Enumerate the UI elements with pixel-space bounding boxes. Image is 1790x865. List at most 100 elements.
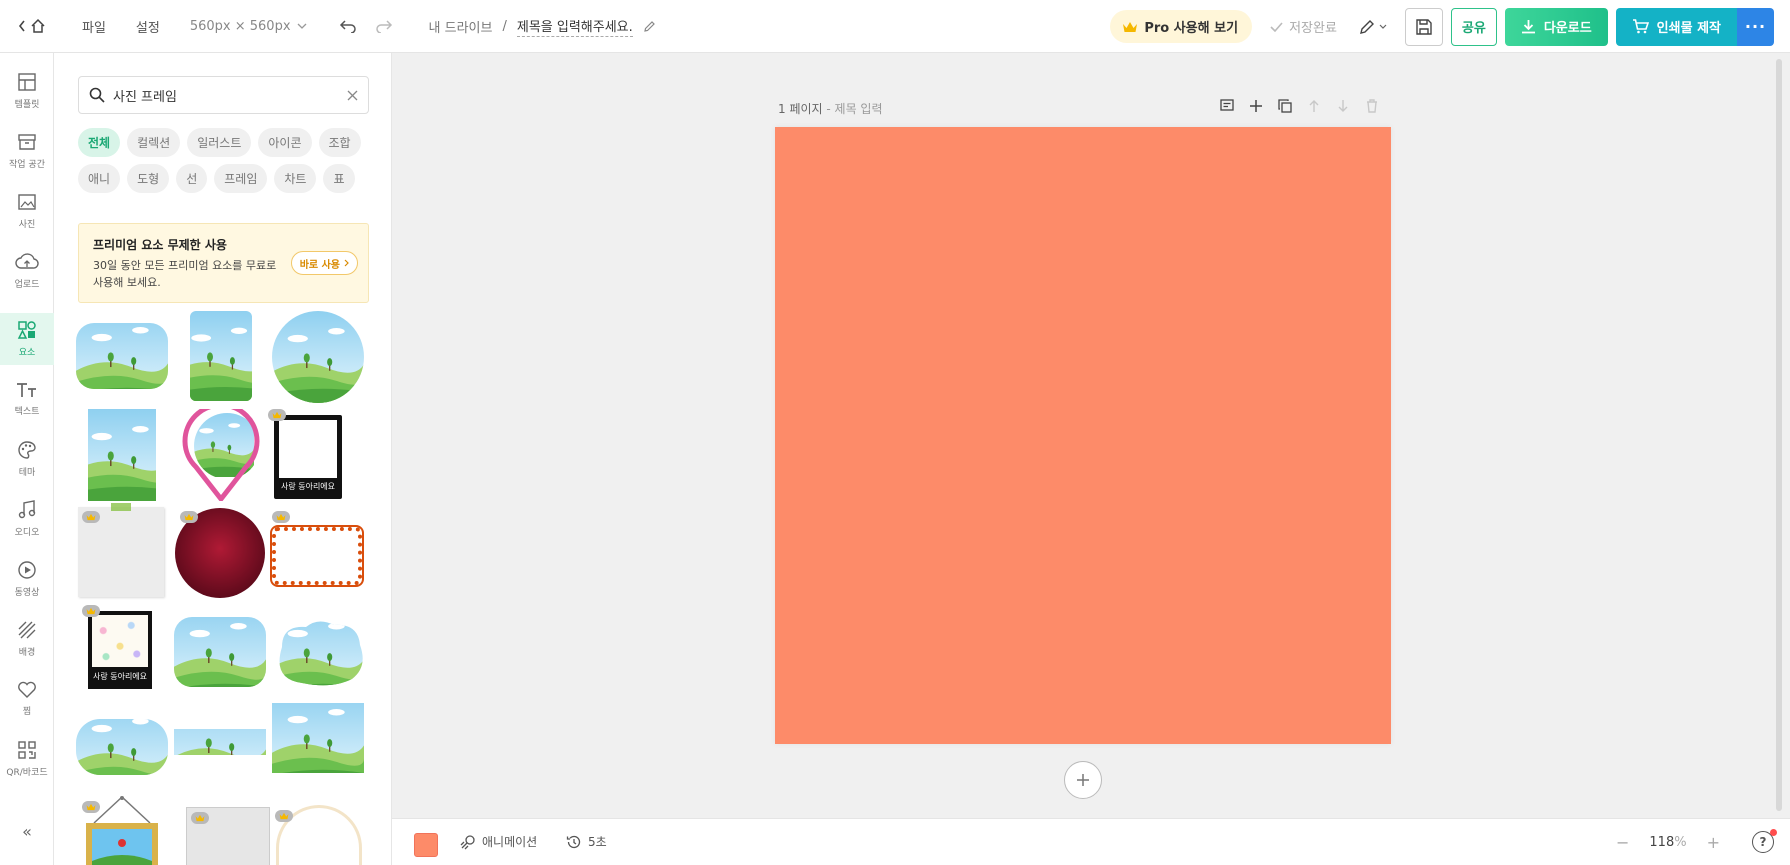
page-title-input[interactable]: - 제목 입력 [823, 102, 882, 116]
document-title[interactable]: 제목을 입력해주세요. [516, 16, 633, 37]
audio-icon [18, 500, 36, 519]
frame-thumb-taped-paper[interactable] [78, 503, 164, 597]
chip-illustration[interactable]: 일러스트 [187, 128, 252, 157]
chevron-down-icon [1379, 24, 1387, 29]
clear-search-icon[interactable] [347, 90, 358, 101]
chip-icon[interactable]: 아이콘 [258, 128, 312, 157]
chip-collection[interactable]: 컬렉션 [127, 128, 181, 157]
premium-crown-icon [82, 511, 100, 523]
frame-thumb-wide-rect[interactable] [272, 703, 364, 773]
frame-thumb-polaroid-black[interactable]: 사랑 동아리에요 [268, 409, 342, 499]
premium-crown-icon [275, 810, 293, 822]
chevron-down-icon [297, 23, 306, 29]
chip-animation[interactable]: 애니 [78, 164, 121, 193]
rail-item-theme[interactable]: 테마 [0, 433, 54, 485]
vertical-scrollbar[interactable] [1776, 59, 1782, 811]
collapse-panel-button[interactable]: « [0, 822, 54, 841]
elements-icon [17, 321, 36, 339]
frame-thumb-portrait[interactable] [190, 311, 252, 401]
rail-item-video[interactable]: 동영상 [0, 553, 54, 605]
frame-thumb-map-pin[interactable] [182, 409, 260, 501]
zoom-out-button[interactable]: − [1616, 833, 1629, 852]
frame-thumb-rounded-landscape[interactable] [76, 323, 168, 389]
redo-icon[interactable] [375, 19, 393, 33]
rail-item-text[interactable]: 텍스트 [0, 373, 54, 425]
frame-thumb-polaroid-dots[interactable]: 사랑 동아리에요 [82, 605, 152, 689]
frame-thumb-gray-photo[interactable] [186, 807, 270, 865]
background-color-swatch[interactable] [414, 833, 438, 857]
chip-frame[interactable]: 프레임 [214, 164, 268, 193]
frame-thumb-cloud-shape[interactable] [272, 617, 364, 687]
promo-use-now-button[interactable]: 바로 사용 [290, 251, 358, 275]
chip-line[interactable]: 선 [176, 164, 208, 193]
upload-icon [15, 253, 39, 269]
print-order-label: 인쇄물 제작 [1656, 21, 1721, 36]
frame-thumb-orange-bulb-border[interactable] [272, 527, 362, 585]
menu-settings[interactable]: 설정 [136, 17, 160, 36]
cart-icon [1632, 19, 1649, 34]
share-button[interactable]: 공유 [1450, 7, 1497, 46]
page-duration-label: 5초 [588, 835, 607, 849]
edit-mode-button[interactable] [1359, 19, 1387, 35]
animation-button[interactable]: 애니메이션 [460, 833, 537, 850]
chip-chart[interactable]: 차트 [274, 164, 317, 193]
check-icon [1270, 21, 1283, 32]
page-duration-button[interactable]: 5초 [566, 833, 607, 850]
add-page-icon[interactable] [1248, 98, 1264, 114]
chevron-left-icon [18, 20, 25, 32]
rail-item-workspace[interactable]: 작업 공간 [0, 125, 54, 177]
canvas-size-select[interactable]: 560px × 560px [190, 19, 307, 34]
rail-label: 작업 공간 [9, 160, 45, 170]
breadcrumb-root[interactable]: 내 드라이브 [429, 17, 493, 36]
frame-thumb-hanging-frame[interactable] [82, 795, 162, 865]
premium-crown-icon [272, 511, 290, 523]
pro-trial-button[interactable]: Pro 사용해 보기 [1110, 10, 1253, 43]
rail-item-favorites[interactable]: 찜 [0, 673, 54, 725]
rail-item-audio[interactable]: 오디오 [0, 493, 54, 545]
more-options-button[interactable]: ··· [1737, 7, 1774, 46]
page-memo-icon[interactable] [1219, 98, 1235, 114]
design-page-canvas[interactable] [775, 127, 1391, 744]
rail-item-background[interactable]: 배경 [0, 613, 54, 665]
rail-label: QR/바코드 [6, 768, 48, 778]
frame-thumb-tall-rect[interactable] [88, 409, 156, 501]
delete-page-icon[interactable] [1364, 98, 1380, 114]
rail-item-elements[interactable]: 요소 [0, 313, 54, 365]
rail-item-upload[interactable]: 업로드 [0, 245, 54, 297]
chip-all[interactable]: 전체 [78, 128, 121, 157]
save-button[interactable] [1404, 7, 1443, 46]
floppy-disk-icon [1416, 18, 1432, 35]
rail-item-template[interactable]: 템플릿 [0, 65, 54, 117]
frame-thumb-arch[interactable] [275, 805, 362, 865]
chip-table[interactable]: 표 [323, 164, 355, 193]
download-button[interactable]: 다운로드 [1504, 7, 1608, 46]
bottom-bar: 애니메이션 5초 − 118% + ? [392, 818, 1790, 865]
breadcrumb: 내 드라이브 / 제목을 입력해주세요. [429, 16, 656, 37]
frame-thumb-circle[interactable] [272, 311, 364, 403]
top-bar: 파일 설정 560px × 560px 내 드라이브 / 제목을 입력해주세요.… [0, 0, 1790, 53]
pencil-icon[interactable] [643, 20, 656, 33]
undo-icon[interactable] [339, 19, 357, 33]
home-button[interactable] [18, 18, 52, 34]
frame-thumb-banner-strip[interactable] [174, 729, 266, 755]
zoom-in-button[interactable]: + [1707, 833, 1720, 852]
frame-thumb-oval-landscape[interactable] [76, 719, 168, 775]
page-number: 1 페이지 [778, 102, 823, 116]
rail-label: 배경 [18, 648, 36, 658]
promo-use-now-label: 바로 사용 [299, 259, 340, 271]
move-page-up-icon[interactable] [1306, 98, 1322, 114]
rail-item-photo[interactable]: 사진 [0, 185, 54, 237]
chip-combination[interactable]: 조합 [318, 128, 361, 157]
frame-thumb-cloud-rounded[interactable] [174, 617, 266, 687]
menu-file[interactable]: 파일 [82, 17, 106, 36]
search-input[interactable] [113, 87, 339, 103]
move-page-down-icon[interactable] [1335, 98, 1351, 114]
add-page-button[interactable] [1064, 761, 1102, 799]
zoom-value[interactable]: 118% [1649, 835, 1686, 850]
chip-shape[interactable]: 도형 [127, 164, 170, 193]
print-order-button[interactable]: 인쇄물 제작 [1615, 7, 1737, 46]
duplicate-page-icon[interactable] [1277, 98, 1293, 114]
page-toolbar [1219, 98, 1380, 114]
rail-item-qr[interactable]: QR/바코드 [0, 733, 54, 785]
photo-icon [18, 194, 36, 210]
